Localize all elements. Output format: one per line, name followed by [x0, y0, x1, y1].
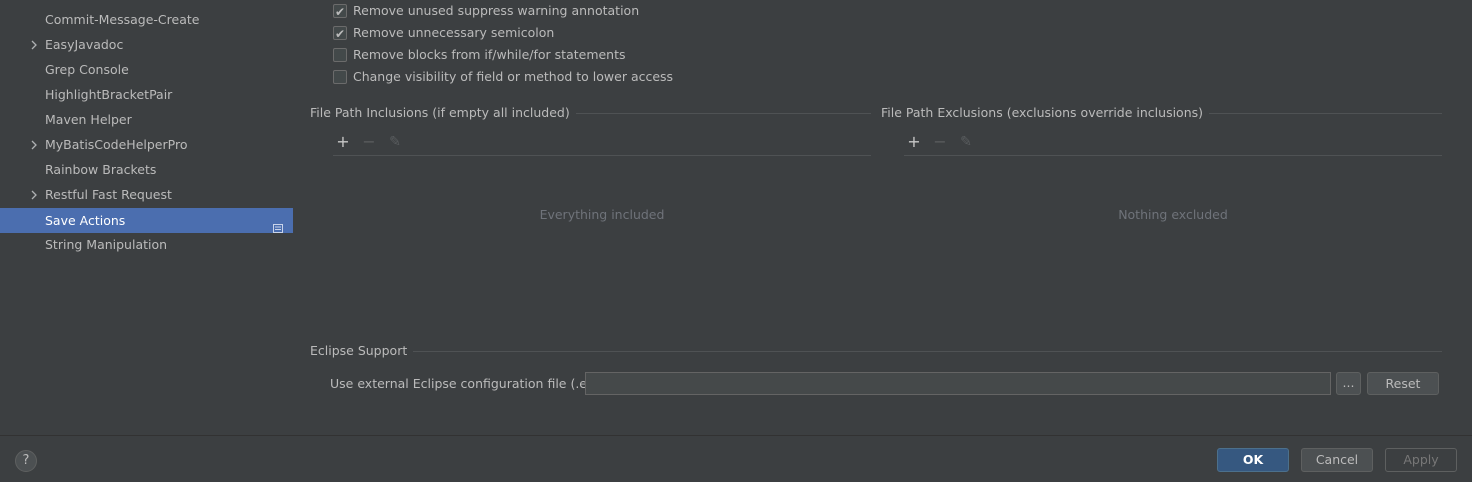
- sidebar-item-commit-message-create[interactable]: Commit-Message-Create: [0, 7, 293, 32]
- inclusions-title: File Path Inclusions (if empty all inclu…: [310, 105, 576, 121]
- sidebar-item-restful-fast-request[interactable]: Restful Fast Request: [0, 182, 293, 207]
- chevron-right-icon[interactable]: [30, 132, 40, 159]
- exclusions-toolbar-separator: [904, 155, 1442, 156]
- checkbox[interactable]: [333, 70, 347, 84]
- sidebar-item-label: Grep Console: [45, 62, 129, 77]
- edit-inclusion-button[interactable]: ✎: [387, 134, 403, 150]
- sidebar-item-string-manipulation[interactable]: String Manipulation: [0, 232, 293, 257]
- settings-sidebar: Commit-Message-Create EasyJavadoc Grep C…: [0, 0, 293, 435]
- sidebar-item-rainbow-brackets[interactable]: Rainbow Brackets: [0, 157, 293, 182]
- sidebar-item-label: Rainbow Brackets: [45, 162, 157, 177]
- inclusions-empty-text: Everything included: [539, 207, 665, 222]
- exclusions-empty-text: Nothing excluded: [1118, 207, 1228, 222]
- project-settings-icon: [273, 216, 283, 233]
- checkbox[interactable]: ✔: [333, 4, 347, 19]
- sidebar-item-label: EasyJavadoc: [45, 37, 124, 52]
- sidebar-item-label: Commit-Message-Create: [45, 12, 200, 27]
- exclusions-title: File Path Exclusions (exclusions overrid…: [881, 105, 1210, 121]
- sidebar-item-easyjavadoc[interactable]: EasyJavadoc: [0, 32, 293, 57]
- add-inclusion-button[interactable]: +: [335, 134, 351, 150]
- option-label: Remove unused suppress warning annotatio…: [353, 3, 640, 18]
- apply-button[interactable]: Apply: [1385, 448, 1457, 472]
- remove-exclusion-button[interactable]: −: [932, 134, 948, 150]
- chevron-right-icon[interactable]: [30, 32, 40, 59]
- sidebar-item-label: Save Actions: [45, 213, 126, 228]
- browse-button[interactable]: ...: [1336, 372, 1361, 395]
- sidebar-item-maven-helper[interactable]: Maven Helper: [0, 107, 293, 132]
- edit-exclusion-button[interactable]: ✎: [958, 134, 974, 150]
- sidebar-item-grep-console[interactable]: Grep Console: [0, 57, 293, 82]
- sidebar-item-label: MyBatisCodeHelperPro: [45, 137, 188, 152]
- sidebar-item-label: Restful Fast Request: [45, 187, 172, 202]
- sidebar-item-label: String Manipulation: [45, 237, 168, 252]
- sidebar-item-label: Maven Helper: [45, 112, 132, 127]
- add-exclusion-button[interactable]: +: [906, 134, 922, 150]
- eclipse-separator: [310, 351, 1442, 352]
- sidebar-item-mybatiscodehelperpro[interactable]: MyBatisCodeHelperPro: [0, 132, 293, 157]
- option-label: Remove unnecessary semicolon: [353, 25, 555, 40]
- check-icon: ✔: [335, 5, 346, 19]
- eclipse-config-path-input[interactable]: [585, 372, 1331, 395]
- sidebar-item-save-actions[interactable]: Save Actions: [0, 208, 293, 233]
- dialog-footer: ? OK Cancel Apply: [0, 435, 1472, 482]
- check-icon: ✔: [335, 27, 346, 41]
- inclusions-toolbar-separator: [333, 155, 871, 156]
- ok-button[interactable]: OK: [1217, 448, 1289, 472]
- checkbox[interactable]: [333, 48, 347, 62]
- help-button[interactable]: ?: [15, 450, 37, 472]
- option-label: Change visibility of field or method to …: [353, 69, 674, 84]
- checkbox[interactable]: ✔: [333, 26, 347, 41]
- sidebar-item-label: HighlightBracketPair: [45, 87, 173, 102]
- option-label: Remove blocks from if/while/for statemen…: [353, 47, 626, 62]
- eclipse-config-label: Use external Eclipse configuration file …: [330, 376, 605, 391]
- remove-inclusion-button[interactable]: −: [361, 134, 377, 150]
- sidebar-item-highlightbracketpair[interactable]: HighlightBracketPair: [0, 82, 293, 107]
- chevron-right-icon[interactable]: [30, 182, 40, 209]
- eclipse-title: Eclipse Support: [310, 343, 414, 359]
- cancel-button[interactable]: Cancel: [1301, 448, 1373, 472]
- reset-button[interactable]: Reset: [1367, 372, 1439, 395]
